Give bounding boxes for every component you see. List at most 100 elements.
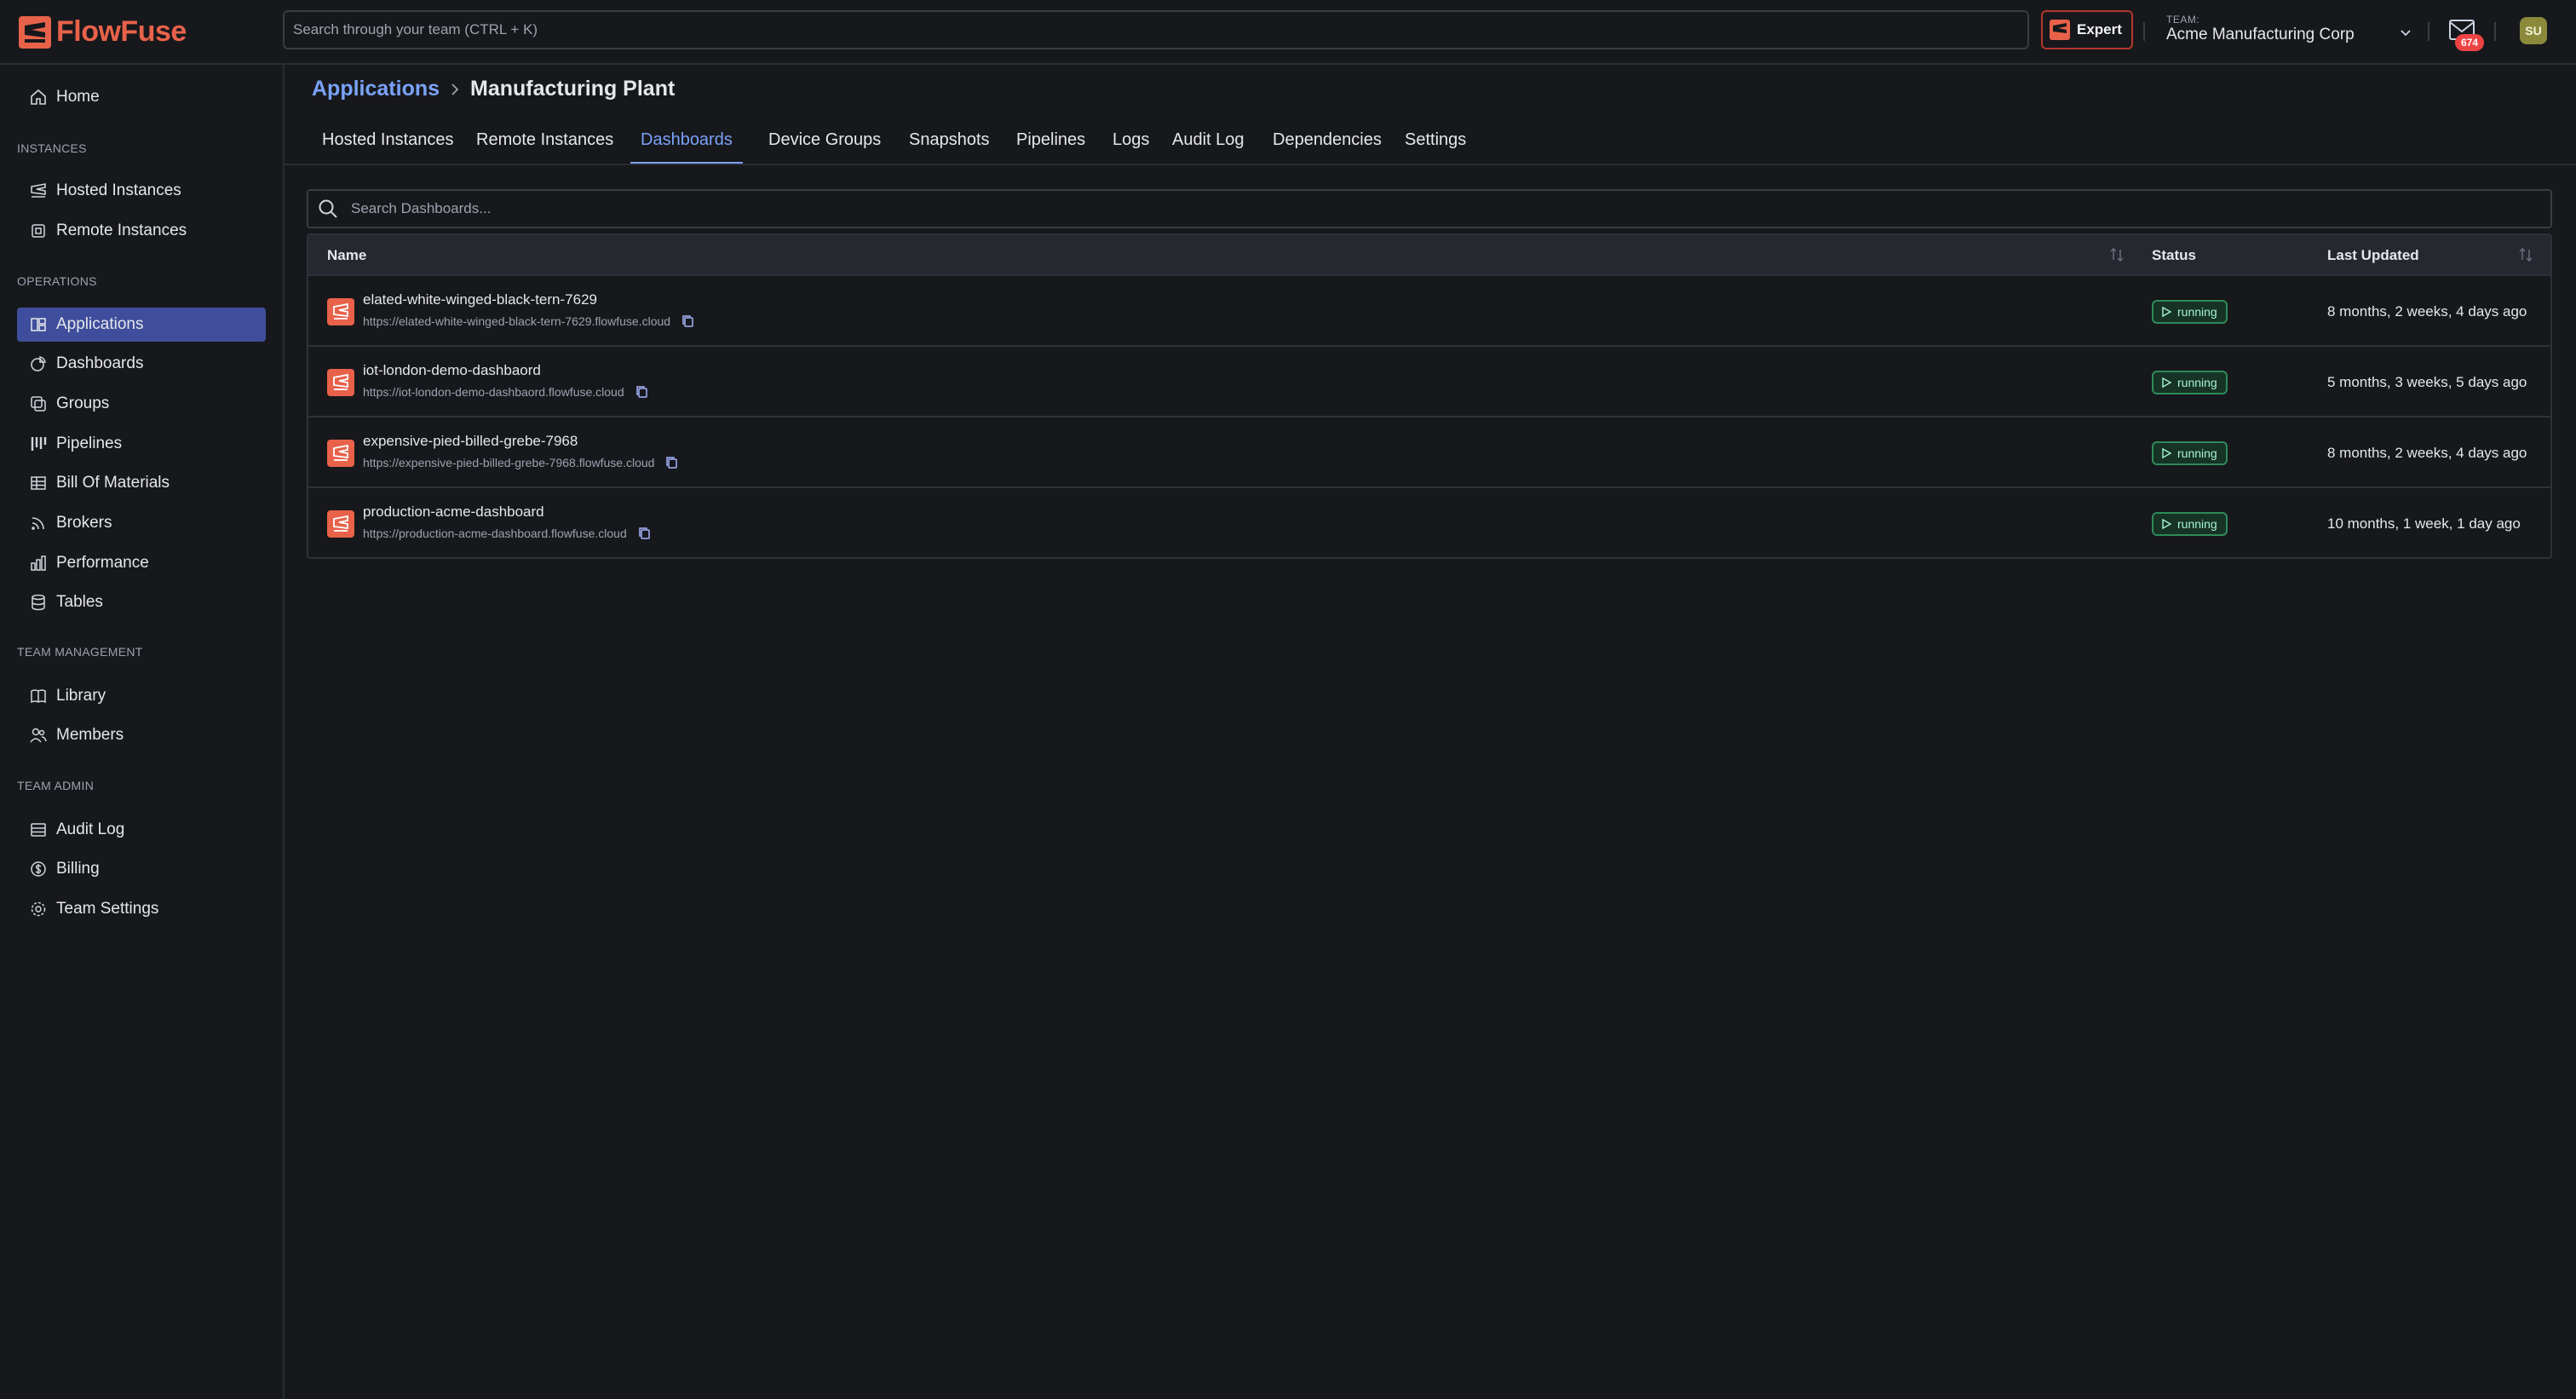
search-icon: [319, 199, 337, 218]
column-header-last-updated[interactable]: Last Updated: [2327, 247, 2419, 264]
sidebar-item-label: Brokers: [56, 514, 112, 532]
avatar[interactable]: SU: [2520, 17, 2547, 44]
flowfuse-logo[interactable]: FlowFuse: [19, 15, 187, 49]
status-text: running: [2177, 446, 2217, 460]
sidebar-item-audit-log[interactable]: Audit Log: [17, 813, 266, 847]
dashboard-name[interactable]: expensive-pied-billed-grebe-7968: [363, 433, 578, 450]
divider: [2428, 22, 2429, 41]
sidebar-item-team-settings[interactable]: Team Settings: [17, 892, 266, 926]
dashboard-search[interactable]: [307, 189, 2552, 228]
sidebar-item-label: Tables: [56, 593, 103, 611]
section-label-instances: INSTANCES: [17, 141, 87, 155]
sidebar-item-brokers[interactable]: Brokers: [17, 506, 266, 540]
status-badge: running: [2152, 441, 2228, 465]
table-row[interactable]: iot-london-demo-dashbaord https://iot-lo…: [308, 347, 2550, 417]
table-icon: [31, 476, 46, 490]
sidebar-item-library[interactable]: Library: [17, 679, 266, 713]
sidebar-item-pipelines[interactable]: Pipelines: [17, 427, 266, 461]
tab-dependencies[interactable]: Dependencies: [1262, 119, 1392, 165]
breadcrumb-applications-link[interactable]: Applications: [312, 77, 440, 101]
expert-button[interactable]: Expert: [2041, 10, 2133, 49]
sidebar-item-label: Members: [56, 726, 124, 744]
divider: [2143, 22, 2145, 41]
tab-pipelines[interactable]: Pipelines: [1006, 119, 1095, 165]
tab-snapshots[interactable]: Snapshots: [899, 119, 1000, 165]
sidebar-item-billing[interactable]: Billing: [17, 852, 266, 886]
status-text: running: [2177, 376, 2217, 389]
last-updated: 5 months, 3 weeks, 5 days ago: [2327, 374, 2527, 390]
dashboard-search-input[interactable]: [351, 200, 2481, 217]
notification-badge: 674: [2455, 34, 2485, 51]
table-header: Name Status Last Updated: [308, 235, 2550, 276]
team-selector[interactable]: Acme Manufacturing Corp: [2166, 26, 2355, 44]
copy-icon[interactable]: [635, 384, 650, 400]
flowfuse-mini-icon: [2050, 20, 2070, 40]
users-icon: [30, 728, 47, 743]
copy-icon[interactable]: [681, 314, 696, 329]
status-badge: running: [2152, 300, 2228, 324]
copy-icon[interactable]: [664, 455, 680, 470]
sidebar-item-members[interactable]: Members: [17, 718, 266, 752]
dashboard-url-text[interactable]: https://production-acme-dashboard.flowfu…: [363, 527, 627, 540]
column-header-name[interactable]: Name: [327, 247, 366, 264]
sidebar-item-dashboards[interactable]: Dashboards: [17, 347, 266, 381]
section-label-operations: OPERATIONS: [17, 274, 97, 288]
brand-name: FlowFuse: [56, 15, 187, 48]
tab-logs[interactable]: Logs: [1102, 119, 1159, 165]
section-label-team-admin: TEAM ADMIN: [17, 779, 95, 792]
top-bar: FlowFuse Search through your team (CTRL …: [0, 0, 2576, 65]
sidebar-item-applications[interactable]: Applications: [17, 308, 266, 342]
signal-icon: [32, 517, 44, 530]
dashboard-url-text[interactable]: https://elated-white-winged-black-tern-7…: [363, 314, 670, 328]
copy-icon[interactable]: [637, 526, 653, 541]
status-text: running: [2177, 305, 2217, 319]
dashboard-app-icon: [327, 510, 354, 538]
flowfuse-logo-icon: [19, 15, 51, 49]
sidebar-item-label: Hosted Instances: [56, 181, 181, 199]
dashboard-url: https://iot-london-demo-dashbaord.flowfu…: [363, 384, 650, 400]
sidebar-item-bill-of-materials[interactable]: Bill Of Materials: [17, 466, 266, 500]
last-updated: 10 months, 1 week, 1 day ago: [2327, 515, 2521, 532]
sidebar-item-label: Library: [56, 687, 106, 705]
status-badge: running: [2152, 512, 2228, 536]
sidebar-item-remote-instances[interactable]: Remote Instances: [17, 214, 266, 248]
tab-settings[interactable]: Settings: [1394, 119, 1476, 165]
database-icon: [32, 594, 45, 611]
sidebar-item-hosted-instances[interactable]: Hosted Instances: [17, 174, 266, 208]
hosted-instances-icon: [31, 183, 46, 198]
sidebar-item-label: Team Settings: [56, 900, 159, 918]
play-icon: [2162, 306, 2172, 318]
dashboard-app-icon: [327, 369, 354, 396]
sidebar-item-label: Dashboards: [56, 354, 144, 372]
sidebar-item-performance[interactable]: Performance: [17, 546, 266, 580]
page-title: Manufacturing Plant: [470, 77, 676, 101]
groups-icon: [31, 396, 46, 412]
home-icon: [31, 89, 46, 105]
tab-device-groups[interactable]: Device Groups: [758, 119, 891, 165]
table-row[interactable]: production-acme-dashboard https://produc…: [308, 488, 2550, 557]
tab-remote-instances[interactable]: Remote Instances: [466, 119, 624, 165]
dashboard-name[interactable]: production-acme-dashboard: [363, 504, 544, 521]
table-row[interactable]: elated-white-winged-black-tern-7629 http…: [308, 276, 2550, 347]
bar-chart-icon: [31, 556, 46, 571]
expert-label: Expert: [2077, 21, 2122, 37]
chevron-down-icon[interactable]: [2397, 24, 2414, 41]
applications-icon: [31, 318, 46, 331]
tab-audit-log[interactable]: Audit Log: [1162, 119, 1255, 165]
dashboard-name[interactable]: iot-london-demo-dashbaord: [363, 362, 541, 379]
sort-icon[interactable]: [2516, 245, 2535, 264]
sidebar-item-home[interactable]: Home: [17, 80, 266, 114]
dashboard-name[interactable]: elated-white-winged-black-tern-7629: [363, 291, 597, 308]
divider: [2494, 22, 2496, 41]
global-search-input[interactable]: Search through your team (CTRL + K): [283, 10, 2029, 49]
tab-hosted-instances[interactable]: Hosted Instances: [312, 119, 464, 165]
sort-icon[interactable]: [2107, 245, 2126, 264]
dashboard-url-text[interactable]: https://expensive-pied-billed-grebe-7968…: [363, 456, 654, 469]
table-row[interactable]: expensive-pied-billed-grebe-7968 https:/…: [308, 417, 2550, 488]
sidebar-item-label: Remote Instances: [56, 222, 187, 239]
sidebar-item-groups[interactable]: Groups: [17, 387, 266, 421]
sidebar-item-label: Home: [56, 88, 100, 106]
sidebar-item-tables[interactable]: Tables: [17, 585, 266, 619]
tab-dashboards[interactable]: Dashboards: [630, 119, 743, 165]
dashboard-url-text[interactable]: https://iot-london-demo-dashbaord.flowfu…: [363, 385, 624, 399]
